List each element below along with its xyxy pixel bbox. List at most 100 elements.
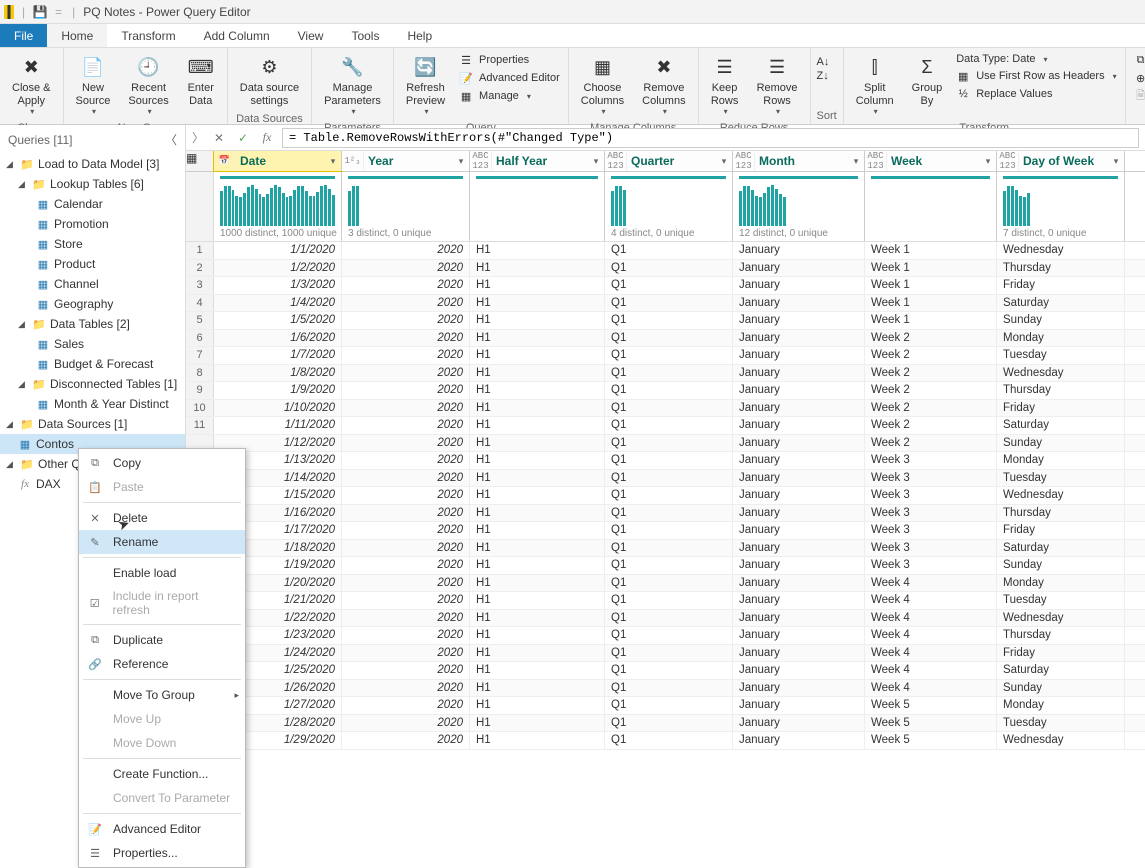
cell[interactable]: H1 [470, 330, 605, 347]
ctx-rename[interactable]: ✎Rename [79, 530, 245, 554]
cell[interactable]: January [733, 435, 865, 452]
folder-load-model[interactable]: ◢📁Load to Data Model [3] [0, 154, 185, 174]
append-queries-button[interactable]: ⊕Append Queries [1132, 70, 1145, 86]
row-number[interactable]: 1 [186, 242, 214, 259]
table-row[interactable]: 31/3/20202020H1Q1JanuaryWeek 1Friday [186, 277, 1145, 295]
cell[interactable]: 2020 [342, 295, 470, 312]
folder-data-tables[interactable]: ◢📁Data Tables [2] [0, 314, 185, 334]
cell[interactable]: January [733, 260, 865, 277]
cell[interactable]: H1 [470, 470, 605, 487]
column-header-quarter[interactable]: ABC 123Quarter▾ [605, 151, 733, 171]
folder-lookup[interactable]: ◢📁Lookup Tables [6] [0, 174, 185, 194]
cell[interactable]: Monday [997, 697, 1125, 714]
filter-dropdown-icon[interactable]: ▾ [980, 156, 996, 167]
filter-dropdown-icon[interactable]: ▾ [453, 156, 469, 167]
cell[interactable]: 2020 [342, 732, 470, 749]
cell[interactable]: Saturday [997, 417, 1125, 434]
ctx-properties[interactable]: ☰Properties... [79, 841, 245, 865]
cell[interactable]: January [733, 505, 865, 522]
table-row[interactable]: 71/7/20202020H1Q1JanuaryWeek 2Tuesday [186, 347, 1145, 365]
table-row[interactable]: 21/2/20202020H1Q1JanuaryWeek 1Thursday [186, 260, 1145, 278]
cell[interactable]: 2020 [342, 540, 470, 557]
cell[interactable]: January [733, 487, 865, 504]
cell[interactable]: 2020 [342, 400, 470, 417]
query-channel[interactable]: ▦Channel [0, 274, 185, 294]
cell[interactable]: 2020 [342, 575, 470, 592]
merge-queries-button[interactable]: ⧉Merge Queries [1132, 52, 1145, 68]
collapse-formula-icon[interactable]: 〉 [192, 129, 204, 146]
cell[interactable]: January [733, 645, 865, 662]
type-icon[interactable]: ABC 123 [997, 151, 1019, 171]
query-product[interactable]: ▦Product [0, 254, 185, 274]
filter-dropdown-icon[interactable]: ▾ [325, 156, 341, 167]
table-row[interactable]: 1/20/20202020H1Q1JanuaryWeek 4Monday [186, 575, 1145, 593]
cell[interactable]: 2020 [342, 330, 470, 347]
cell[interactable]: H1 [470, 557, 605, 574]
cell[interactable]: Wednesday [997, 487, 1125, 504]
cell[interactable]: 2020 [342, 610, 470, 627]
recent-sources-button[interactable]: 🕘Recent Sources [122, 50, 174, 120]
cell[interactable]: Tuesday [997, 347, 1125, 364]
cell[interactable]: Q1 [605, 522, 733, 539]
cell[interactable]: Tuesday [997, 715, 1125, 732]
cell[interactable]: H1 [470, 277, 605, 294]
cell[interactable]: Q1 [605, 260, 733, 277]
cell[interactable]: Thursday [997, 627, 1125, 644]
row-number[interactable]: 7 [186, 347, 214, 364]
table-row[interactable]: 1/22/20202020H1Q1JanuaryWeek 4Wednesday [186, 610, 1145, 628]
cell[interactable]: Sunday [997, 557, 1125, 574]
cell[interactable]: Q1 [605, 680, 733, 697]
cell[interactable]: January [733, 295, 865, 312]
table-row[interactable]: 1/28/20202020H1Q1JanuaryWeek 5Tuesday [186, 715, 1145, 733]
column-header-week[interactable]: ABC 123Week▾ [865, 151, 997, 171]
cell[interactable]: Q1 [605, 662, 733, 679]
rownum-header[interactable]: ▦ [186, 151, 214, 171]
cell[interactable]: H1 [470, 242, 605, 259]
close-apply-button[interactable]: ✖Close & Apply [6, 50, 57, 120]
cell[interactable]: Q1 [605, 715, 733, 732]
cell[interactable]: Week 4 [865, 575, 997, 592]
cell[interactable]: Week 2 [865, 400, 997, 417]
cell[interactable]: January [733, 347, 865, 364]
keep-rows-button[interactable]: ☰Keep Rows [705, 50, 745, 120]
cell[interactable]: Week 2 [865, 382, 997, 399]
cell[interactable]: H1 [470, 610, 605, 627]
folder-disconnected[interactable]: ◢📁Disconnected Tables [1] [0, 374, 185, 394]
row-number[interactable]: 3 [186, 277, 214, 294]
cell[interactable]: H1 [470, 697, 605, 714]
cell[interactable]: January [733, 365, 865, 382]
data-type-button[interactable]: Data Type: Date [954, 52, 1118, 66]
cell[interactable]: H1 [470, 435, 605, 452]
cell[interactable]: Week 4 [865, 645, 997, 662]
table-row[interactable]: 1/27/20202020H1Q1JanuaryWeek 5Monday [186, 697, 1145, 715]
ctx-reference[interactable]: 🔗Reference [79, 652, 245, 676]
cell[interactable]: H1 [470, 295, 605, 312]
table-row[interactable]: 61/6/20202020H1Q1JanuaryWeek 2Monday [186, 330, 1145, 348]
cell[interactable]: 2020 [342, 365, 470, 382]
tab-help[interactable]: Help [393, 24, 446, 47]
cell[interactable]: 1/1/2020 [214, 242, 342, 259]
cell[interactable]: 1/8/2020 [214, 365, 342, 382]
table-row[interactable]: 1/25/20202020H1Q1JanuaryWeek 4Saturday [186, 662, 1145, 680]
cell[interactable]: Friday [997, 277, 1125, 294]
table-row[interactable]: 1/17/20202020H1Q1JanuaryWeek 3Friday [186, 522, 1145, 540]
cell[interactable]: January [733, 732, 865, 749]
ctx-duplicate[interactable]: ⧉Duplicate [79, 628, 245, 652]
cell[interactable]: H1 [470, 487, 605, 504]
cell[interactable]: Week 3 [865, 487, 997, 504]
cell[interactable]: Week 3 [865, 470, 997, 487]
table-row[interactable]: 81/8/20202020H1Q1JanuaryWeek 2Wednesday [186, 365, 1145, 383]
cell[interactable]: Q1 [605, 365, 733, 382]
table-row[interactable]: 1/16/20202020H1Q1JanuaryWeek 3Thursday [186, 505, 1145, 523]
filter-dropdown-icon[interactable]: ▾ [588, 156, 604, 167]
cell[interactable]: Week 5 [865, 697, 997, 714]
cell[interactable]: Q1 [605, 312, 733, 329]
table-row[interactable]: 1/14/20202020H1Q1JanuaryWeek 3Tuesday [186, 470, 1145, 488]
column-header-month[interactable]: ABC 123Month▾ [733, 151, 865, 171]
cell[interactable]: January [733, 452, 865, 469]
cell[interactable]: H1 [470, 312, 605, 329]
tab-home[interactable]: Home [47, 24, 107, 47]
cell[interactable]: January [733, 417, 865, 434]
cell[interactable]: Thursday [997, 260, 1125, 277]
cell[interactable]: January [733, 662, 865, 679]
